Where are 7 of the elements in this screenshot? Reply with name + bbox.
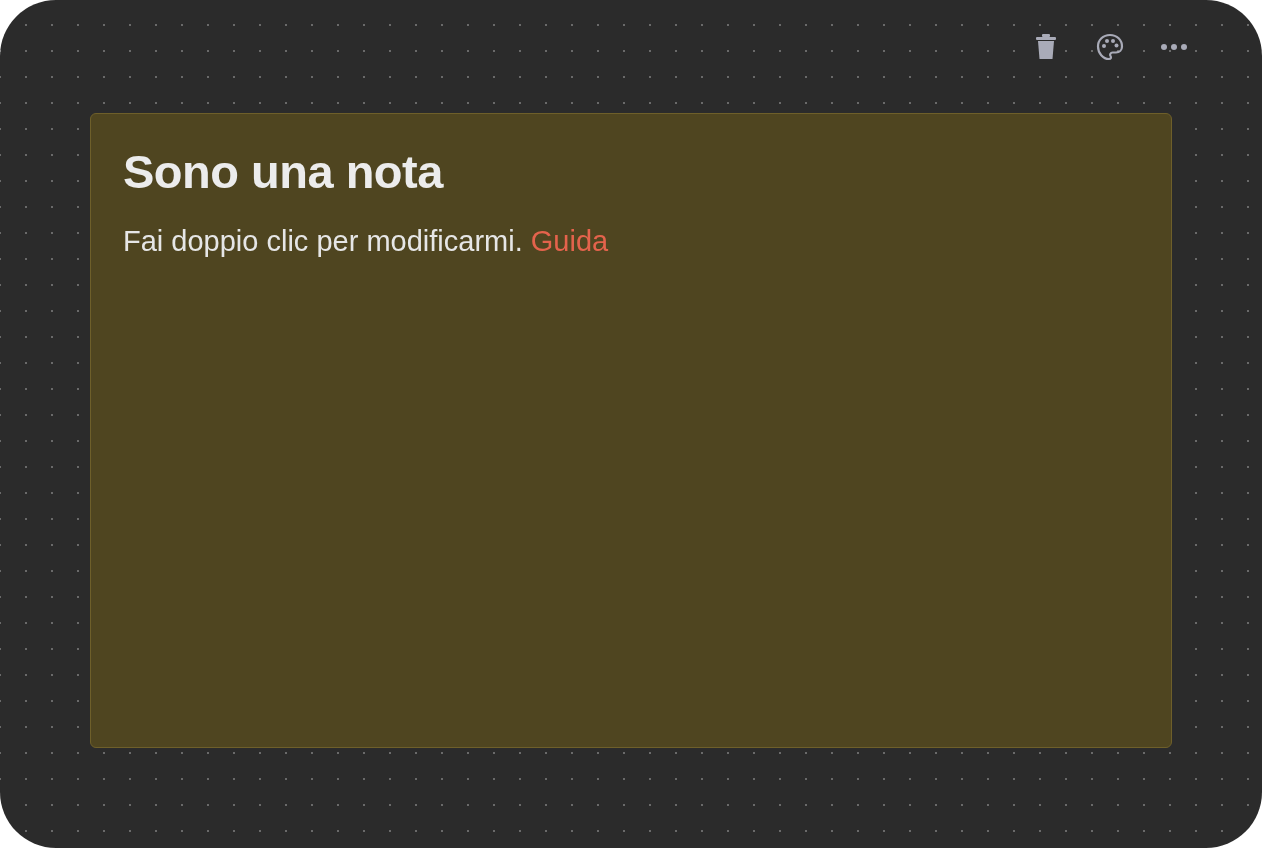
note-card[interactable]: Sono una nota Fai doppio clic per modificarmi. Guida [90, 113, 1172, 748]
note-title: Sono una nota [123, 144, 445, 199]
more-icon [1161, 44, 1187, 50]
trash-icon [1035, 34, 1057, 60]
note-text: Fai doppio clic per modificarmi. [123, 225, 523, 257]
palette-button[interactable] [1096, 33, 1124, 61]
palette-icon [1096, 33, 1124, 61]
